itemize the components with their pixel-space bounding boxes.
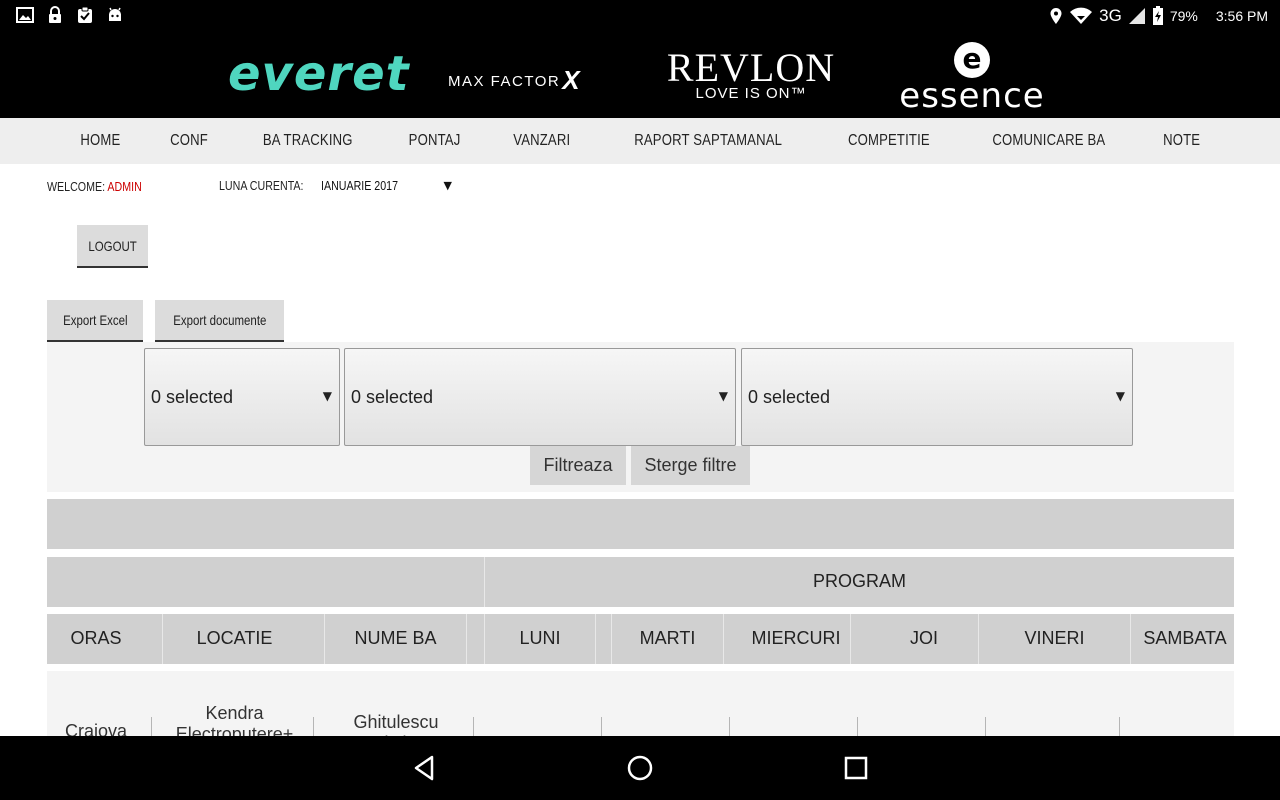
back-icon[interactable] [410, 753, 440, 783]
clipboard-icon [78, 6, 92, 23]
column-divider [151, 717, 152, 737]
column-divider [723, 614, 724, 664]
max-factor-text: MAX FACTOR [448, 73, 561, 90]
nav-item-note[interactable]: NOTE [1163, 132, 1200, 150]
revlon-logo: REVLON LOVE IS ON™ [666, 45, 836, 102]
nav-item-vanzari[interactable]: VANZARI [514, 132, 571, 150]
filter-select-2-value: 0 selected [351, 387, 434, 407]
cell-oras: Craiova [64, 721, 128, 737]
filter-select-1[interactable]: 0 selected ▼ [144, 348, 340, 446]
recent-apps-icon[interactable] [841, 753, 871, 783]
export-documents-label: Export documente [172, 312, 267, 328]
export-excel-label: Export Excel [62, 312, 128, 328]
table-row[interactable]: Craiova Kendra Electroputere+ Ghitulescu… [47, 671, 1234, 737]
filter-select-3[interactable]: 0 selected ▼ [741, 348, 1133, 446]
column-divider [601, 717, 602, 737]
user-name: ADMIN [107, 179, 142, 194]
clock: 3:56 PM [1215, 8, 1268, 24]
main-nav: HOME CONF BA TRACKING PONTAJ VANZARI RAP… [0, 118, 1280, 164]
column-header-vineri[interactable]: VINERI [979, 614, 1130, 664]
column-header-miercuri[interactable]: MIERCURI [732, 614, 860, 664]
image-icon [16, 7, 34, 23]
filter-select-3-value: 0 selected [748, 387, 831, 407]
dropdown-arrow-icon: ▼ [718, 389, 728, 403]
month-select-value: IANUARIE 2017 [321, 178, 399, 193]
filter-select-2[interactable]: 0 selected ▼ [344, 348, 736, 446]
status-bar: 3G 79% 3:56 PM [0, 0, 1280, 32]
brand-header: everet MAX FACTORX REVLON LOVE IS ON™ e … [0, 32, 1280, 118]
location-icon [1050, 8, 1062, 24]
nav-item-comunicare-ba[interactable]: COMUNICARE BA [993, 132, 1106, 150]
nav-item-home[interactable]: HOME [80, 132, 120, 150]
dropdown-arrow-icon: ▼ [322, 389, 332, 403]
program-group-label: PROGRAM [812, 571, 906, 591]
column-divider [313, 717, 314, 737]
everet-logo: everet [228, 46, 410, 102]
nav-item-ba-tracking[interactable]: BA TRACKING [263, 132, 353, 150]
essence-text: essence [899, 76, 1045, 116]
table-top-bar [47, 499, 1234, 549]
max-factor-x: X [562, 65, 582, 95]
column-divider [473, 717, 474, 737]
column-header-nume-ba[interactable]: NUME BA [325, 614, 466, 664]
battery-icon [1152, 6, 1163, 25]
lock-icon [49, 6, 61, 23]
battery-level: 79% [1169, 8, 1198, 24]
current-month-label: LUNA CURENTA: [219, 178, 304, 193]
wifi-icon [1070, 7, 1093, 24]
column-divider [857, 717, 858, 737]
column-header-luni[interactable]: LUNI [485, 614, 595, 664]
table-group-header: PROGRAM [47, 557, 1234, 607]
max-factor-logo: MAX FACTORX [448, 65, 581, 96]
essence-mark: e [954, 42, 990, 78]
column-header-marti[interactable]: MARTI [612, 614, 723, 664]
column-divider [1119, 717, 1120, 737]
column-header-sambata[interactable]: SAMBATA [1131, 614, 1239, 664]
month-select[interactable]: IANUARIE 2017 ▼ [318, 174, 458, 198]
export-excel-button[interactable]: Export Excel [47, 300, 143, 342]
clear-filters-button[interactable]: Sterge filtre [631, 446, 750, 485]
nav-item-raport-saptamanal[interactable]: RAPORT SAPTAMANAL [634, 132, 782, 150]
column-header-joi[interactable]: JOI [851, 614, 997, 664]
filter-select-1-value: 0 selected [151, 387, 234, 407]
welcome-label: WELCOME: [47, 179, 106, 194]
column-header-oras[interactable]: ORAS [47, 614, 145, 664]
nav-item-competitie[interactable]: COMPETITIE [848, 132, 930, 150]
system-nav-bar [0, 736, 1280, 800]
logout-button[interactable]: LOGOUT [77, 225, 148, 268]
essence-logo: e essence [888, 42, 1056, 114]
nav-item-pontaj[interactable]: PONTAJ [409, 132, 461, 150]
table-header-row: ORAS LOCATIE NUME BA LUNI MARTI MIERCURI… [47, 614, 1234, 664]
export-documents-button[interactable]: Export documente [155, 300, 284, 342]
filter-panel: 0 selected ▼ 0 selected ▼ 0 selected ▼ F… [47, 342, 1234, 492]
nav-item-conf[interactable]: CONF [170, 132, 208, 150]
column-header-locatie[interactable]: LOCATIE [163, 614, 306, 664]
cell-nume-ba: Ghitulescu Cristina [353, 712, 439, 737]
revlon-text: REVLON [666, 45, 836, 90]
welcome-text: WELCOME: ADMIN [47, 179, 142, 194]
apply-filter-button[interactable]: Filtreaza [530, 446, 626, 485]
column-divider [595, 614, 596, 664]
dropdown-arrow-icon: ▼ [443, 179, 452, 192]
signal-icon [1128, 8, 1145, 24]
column-divider [466, 614, 467, 664]
logout-label: LOGOUT [88, 237, 137, 254]
home-icon[interactable] [625, 753, 655, 783]
column-divider [729, 717, 730, 737]
cell-locatie: Kendra Electroputere+ [175, 703, 294, 737]
dropdown-arrow-icon: ▼ [1115, 389, 1125, 403]
android-icon [109, 7, 121, 21]
network-type: 3G [1099, 6, 1122, 25]
column-divider [985, 717, 986, 737]
